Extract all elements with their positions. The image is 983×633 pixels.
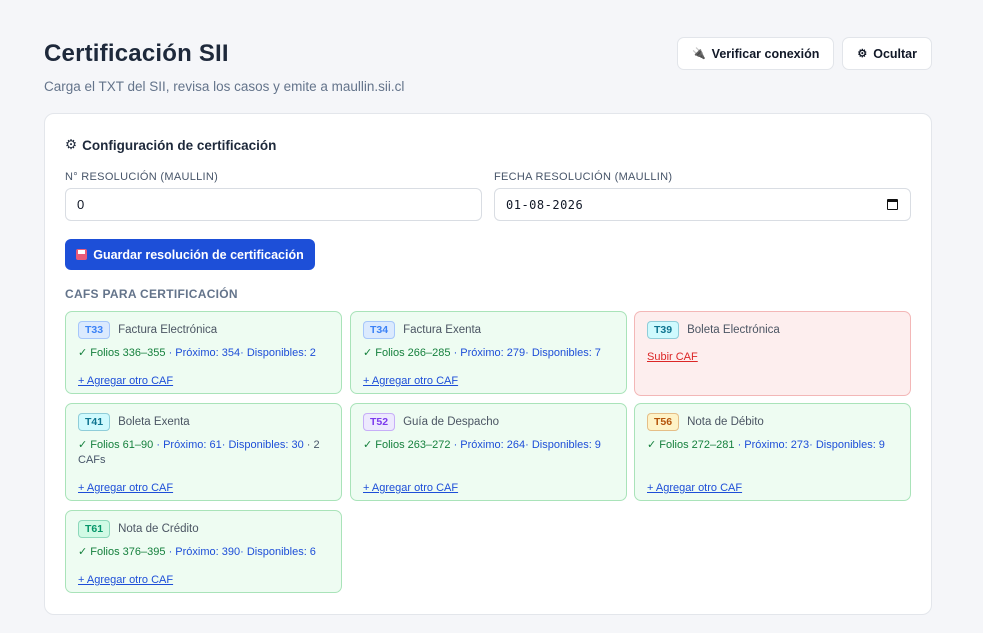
- add-caf-link[interactable]: + Agregar otro CAF: [363, 375, 458, 387]
- caf-header: T56 Nota de Débito: [647, 413, 764, 431]
- caf-doc-name: Boleta Electrónica: [687, 324, 780, 336]
- caf-card-t52: T52 Guía de Despacho ✓ Folios 263–272 · Pr…: [350, 403, 627, 501]
- caf-status: ✓ Folios 61–90 · Próximo: 61· Disponible…: [78, 438, 331, 468]
- page-subtitle: Carga el TXT del SII, revisa los casos y…: [44, 79, 405, 94]
- add-caf-link[interactable]: + Agregar otro CAF: [78, 482, 173, 494]
- caf-next-available: · Próximo: 279· Disponibles: 7: [453, 347, 601, 359]
- caf-folios: Folios 336–355: [90, 347, 166, 359]
- config-title-text: Configuración de certificación: [82, 137, 277, 153]
- caf-header: T41 Boleta Exenta: [78, 413, 190, 431]
- caf-status: ✓ Folios 376–395 · Próximo: 390· Disponi…: [78, 545, 331, 560]
- save-resolution-button[interactable]: Guardar resolución de certificación: [65, 239, 315, 270]
- verify-connection-label: Verificar conexión: [711, 46, 820, 61]
- caf-doc-name: Guía de Despacho: [403, 416, 499, 428]
- caf-doc-name: Factura Electrónica: [118, 324, 218, 336]
- caf-header: T33 Factura Electrónica: [78, 321, 217, 339]
- caf-type-badge: T56: [647, 413, 680, 431]
- resolution-number-label: N° RESOLUCIÓN (MAULLIN): [65, 171, 219, 183]
- caf-card-t61: T61 Nota de Crédito ✓ Folios 376–395 · Pró…: [65, 510, 342, 593]
- caf-type-badge: T39: [647, 321, 680, 339]
- caf-header: T34 Factura Exenta: [363, 321, 481, 339]
- config-title: ⚙ Configuración de certificación: [65, 137, 276, 153]
- caf-status: ✓ Folios 263–272 · Próximo: 264· Disponi…: [363, 438, 616, 453]
- add-caf-link[interactable]: + Agregar otro CAF: [647, 482, 742, 494]
- caf-next-available: · Próximo: 61· Disponibles: 30: [156, 439, 304, 451]
- calendar-icon[interactable]: [887, 199, 898, 210]
- caf-type-badge: T34: [363, 321, 396, 339]
- add-caf-link[interactable]: + Agregar otro CAF: [78, 574, 173, 586]
- page-header: Certificación SII Carga el TXT del SII, …: [44, 40, 404, 94]
- gear-icon: ⚙: [65, 137, 78, 152]
- caf-next-available: · Próximo: 390· Disponibles: 6: [168, 546, 316, 558]
- resolution-number-input[interactable]: 0: [65, 188, 482, 221]
- caf-folios: Folios 272–281: [659, 439, 735, 451]
- check-icon: ✓: [647, 439, 660, 451]
- resolution-date-input[interactable]: 01-08-2026: [494, 188, 911, 221]
- page-title: Certificación SII: [44, 40, 229, 67]
- check-icon: ✓: [78, 546, 91, 558]
- caf-status: ✓ Folios 272–281 · Próximo: 273· Disponi…: [647, 438, 900, 453]
- caf-card-t41: T41 Boleta Exenta ✓ Folios 61–90 · Próximo…: [65, 403, 342, 501]
- caf-doc-name: Boleta Exenta: [118, 416, 190, 428]
- check-icon: ✓: [363, 439, 376, 451]
- caf-header: T39 Boleta Electrónica: [647, 321, 780, 339]
- floppy-disk-icon: [76, 249, 88, 260]
- resolution-number-value: 0: [77, 197, 85, 212]
- caf-next-available: · Próximo: 354· Disponibles: 2: [168, 347, 316, 359]
- caf-card-t39: T39 Boleta Electrónica Subir CAF: [634, 311, 911, 396]
- caf-folios: Folios 61–90: [90, 439, 154, 451]
- caf-next-available: · Próximo: 273· Disponibles: 9: [737, 439, 885, 451]
- cafs-section-label: CAFS PARA CERTIFICACIÓN: [65, 287, 238, 301]
- caf-type-badge: T41: [78, 413, 111, 431]
- caf-doc-name: Nota de Débito: [687, 416, 764, 428]
- hide-button[interactable]: ⚙ Ocultar: [842, 37, 932, 70]
- add-caf-link[interactable]: + Agregar otro CAF: [363, 482, 458, 494]
- gear-icon: ⚙: [857, 48, 868, 60]
- caf-card-t56: T56 Nota de Débito ✓ Folios 272–281 · Próx…: [634, 403, 911, 501]
- save-resolution-label: Guardar resolución de certificación: [93, 247, 304, 262]
- caf-card-t34: T34 Factura Exenta ✓ Folios 266–285 · Próx…: [350, 311, 627, 394]
- resolution-date-label: FECHA RESOLUCIÓN (MAULLIN): [494, 171, 673, 183]
- caf-folios: Folios 266–285: [375, 347, 451, 359]
- caf-folios: Folios 376–395: [90, 546, 166, 558]
- certification-config-card: ⚙ Configuración de certificación N° RESO…: [44, 113, 932, 615]
- caf-type-badge: T61: [78, 520, 111, 538]
- header-actions: 🔌 Verificar conexión ⚙ Ocultar: [676, 37, 932, 70]
- caf-doc-name: Factura Exenta: [403, 324, 482, 336]
- verify-connection-button[interactable]: 🔌 Verificar conexión: [676, 37, 835, 70]
- caf-card-t33: T33 Factura Electrónica ✓ Folios 336–355 ·…: [65, 311, 342, 394]
- check-icon: ✓: [78, 439, 91, 451]
- hide-label: Ocultar: [873, 46, 917, 61]
- caf-type-badge: T33: [78, 321, 111, 339]
- upload-caf-link[interactable]: Subir CAF: [647, 351, 698, 363]
- caf-status: ✓ Folios 266–285 · Próximo: 279· Disponi…: [363, 346, 616, 361]
- check-icon: ✓: [363, 347, 376, 359]
- caf-doc-name: Nota de Crédito: [118, 523, 199, 535]
- caf-header: T61 Nota de Crédito: [78, 520, 199, 538]
- resolution-date-value: 01-08-2026: [506, 197, 584, 212]
- add-caf-link[interactable]: + Agregar otro CAF: [78, 375, 173, 387]
- plug-icon: 🔌: [691, 48, 706, 60]
- check-icon: ✓: [78, 347, 91, 359]
- caf-header: T52 Guía de Despacho: [363, 413, 499, 431]
- caf-next-available: · Próximo: 264· Disponibles: 9: [453, 439, 601, 451]
- caf-type-badge: T52: [363, 413, 396, 431]
- caf-status: ✓ Folios 336–355 · Próximo: 354· Disponi…: [78, 346, 331, 361]
- caf-folios: Folios 263–272: [375, 439, 451, 451]
